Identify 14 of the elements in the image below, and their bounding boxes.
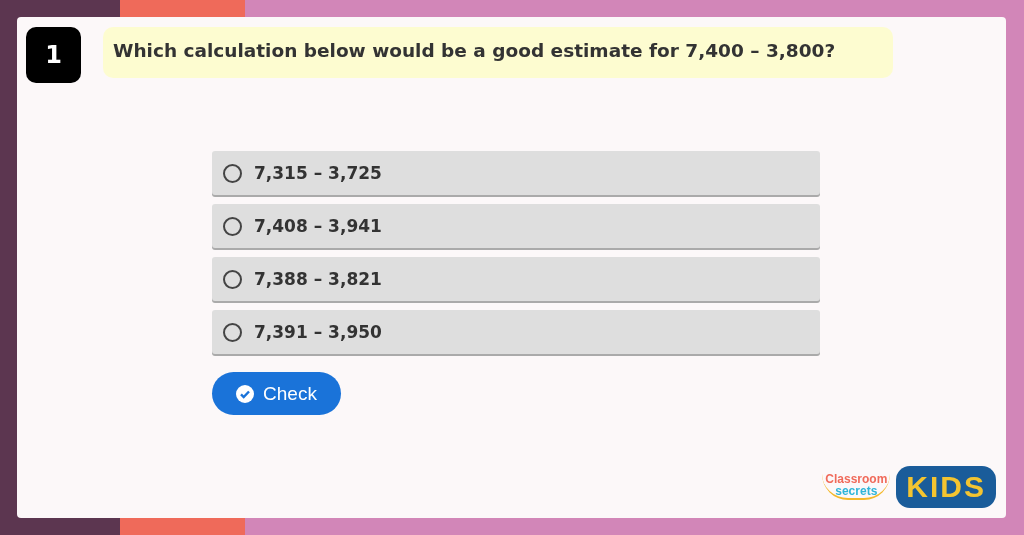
radio-button[interactable] <box>223 163 242 183</box>
logo-wordmark: Classroom secrets <box>822 474 891 500</box>
check-button[interactable]: Check <box>212 372 341 415</box>
radio-button[interactable] <box>223 216 242 236</box>
checkmark-icon <box>236 384 255 403</box>
logo-badge: KIDS <box>896 466 996 508</box>
question-text: Which calculation below would be a good estimate for 7,400 – 3,800? <box>103 27 893 78</box>
answer-option[interactable]: 7,388 – 3,821 <box>212 257 820 301</box>
answer-option[interactable]: 7,408 – 3,941 <box>212 204 820 248</box>
question-number: 1 <box>26 27 81 83</box>
answer-option[interactable]: 7,315 – 3,725 <box>212 151 820 195</box>
radio-button[interactable] <box>223 269 242 289</box>
answer-option[interactable]: 7,391 – 3,950 <box>212 310 820 354</box>
radio-button[interactable] <box>223 322 242 342</box>
